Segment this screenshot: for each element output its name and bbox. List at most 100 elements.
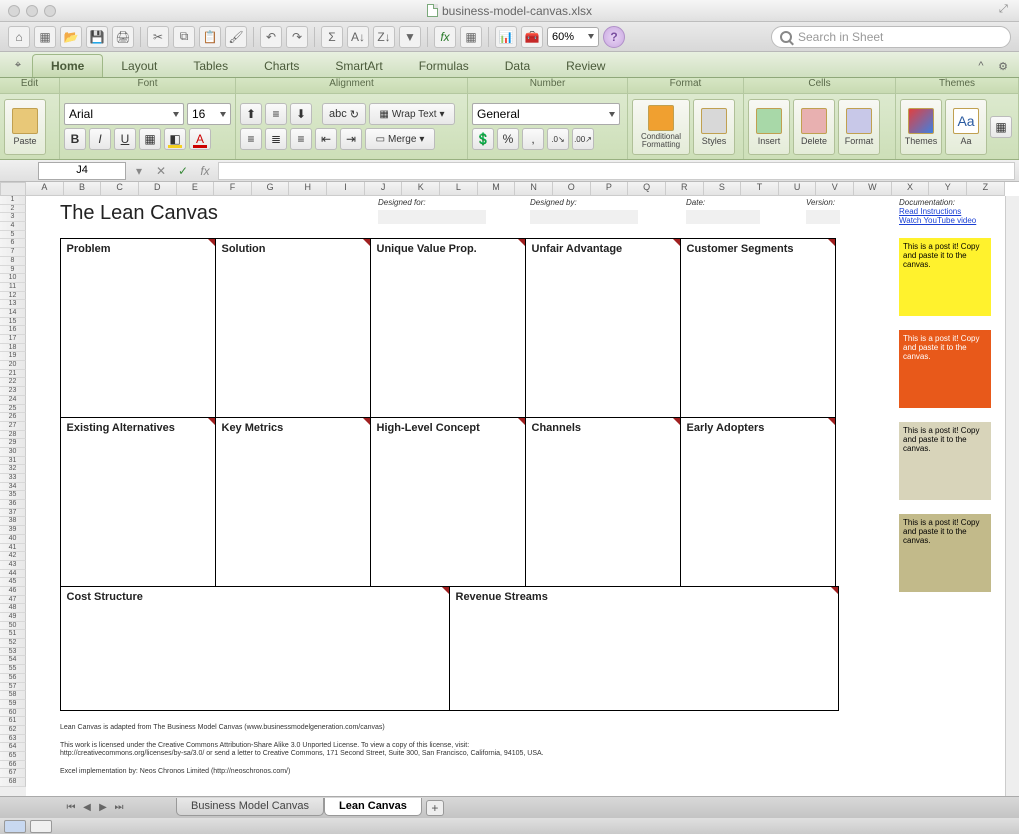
print-icon[interactable]: 🖨 [112,26,134,48]
redo-icon[interactable]: ↷ [286,26,308,48]
row-header[interactable]: 8 [0,257,26,266]
row-header[interactable]: 46 [0,587,26,596]
add-sheet-button[interactable]: + [426,800,444,816]
paste-icon[interactable]: 📋 [199,26,221,48]
row-header[interactable]: 56 [0,674,26,683]
column-header[interactable]: R [666,182,704,196]
watch-video-link[interactable]: Watch YouTube video [899,216,991,225]
paste-button[interactable]: Paste [4,99,46,155]
autosum-icon[interactable]: Σ [321,26,343,48]
column-header[interactable]: G [252,182,290,196]
row-header[interactable]: 62 [0,726,26,735]
format-button[interactable]: Format [838,99,880,155]
open-icon[interactable]: 📂 [60,26,82,48]
column-headers[interactable]: ABCDEFGHIJKLMNOPQRSTUVWXYZ [26,182,1005,196]
insert-button[interactable]: Insert [748,99,790,155]
font-color-button[interactable]: A [189,128,211,150]
row-header[interactable]: 11 [0,283,26,292]
collapse-ribbon-icon[interactable]: ^ [973,58,989,74]
column-header[interactable]: A [26,182,64,196]
page-layout-view-button[interactable] [30,820,52,833]
row-header[interactable]: 58 [0,691,26,700]
designed-for-field[interactable] [378,210,486,224]
row-header[interactable]: 51 [0,630,26,639]
fill-color-button[interactable]: ◧ [164,128,186,150]
cell-problem[interactable]: Problem [60,238,216,418]
column-header[interactable]: K [402,182,440,196]
column-header[interactable]: U [779,182,817,196]
indent-decrease-icon[interactable]: ⇤ [315,128,337,150]
column-header[interactable]: Z [967,182,1005,196]
row-header[interactable]: 54 [0,656,26,665]
version-field[interactable] [806,210,840,224]
fx-button[interactable]: fx [196,162,214,180]
row-header[interactable]: 34 [0,483,26,492]
row-header[interactable]: 66 [0,761,26,770]
postit-beige[interactable]: This is a post it! Copy and paste it to … [899,422,991,500]
column-header[interactable]: X [892,182,930,196]
tab-home[interactable]: Home [32,54,103,77]
row-header[interactable]: 68 [0,778,26,787]
row-header[interactable]: 29 [0,439,26,448]
row-header[interactable]: 40 [0,535,26,544]
row-header[interactable]: 6 [0,239,26,248]
cell-cost[interactable]: Cost Structure [60,586,450,711]
align-top-icon[interactable]: ⬆ [240,103,262,125]
column-header[interactable]: T [741,182,779,196]
sheet-nav[interactable]: ⏮ ◀ ▶ ⏭ [64,801,126,815]
formula-input[interactable] [218,162,1015,180]
comma-button[interactable]: , [522,128,544,150]
align-center-icon[interactable]: ≣ [265,128,287,150]
row-header[interactable]: 33 [0,474,26,483]
align-left-icon[interactable]: ≡ [240,128,262,150]
font-size-select[interactable]: 16 [187,103,231,125]
row-header[interactable]: 67 [0,769,26,778]
read-instructions-link[interactable]: Read Instructions [899,207,991,216]
save-icon[interactable]: 💾 [86,26,108,48]
row-header[interactable]: 21 [0,370,26,379]
align-middle-icon[interactable]: ≡ [265,103,287,125]
font-name-select[interactable]: Arial [64,103,184,125]
sort-az-icon[interactable]: A↓ [347,26,369,48]
number-format-select[interactable]: General [472,103,620,125]
wrap-text-button[interactable]: ▦ Wrap Text ▾ [369,103,455,125]
cell-adopters[interactable]: Early Adopters [680,417,836,587]
new-icon[interactable]: ▦ [34,26,56,48]
column-header[interactable]: C [101,182,139,196]
underline-button[interactable]: U [114,128,136,150]
column-header[interactable]: L [440,182,478,196]
app-menu-icon[interactable]: ⌖ [8,55,28,75]
increase-decimal-button[interactable]: .00↗ [572,128,594,150]
cancel-formula-icon[interactable]: ✕ [152,162,170,180]
tab-formulas[interactable]: Formulas [401,55,487,77]
column-header[interactable]: V [816,182,854,196]
row-header[interactable]: 22 [0,378,26,387]
row-header[interactable]: 63 [0,735,26,744]
cell-alternatives[interactable]: Existing Alternatives [60,417,216,587]
tab-layout[interactable]: Layout [103,55,175,77]
row-header[interactable]: 18 [0,344,26,353]
first-sheet-icon[interactable]: ⏮ [64,801,78,815]
undo-icon[interactable]: ↶ [260,26,282,48]
column-header[interactable]: H [289,182,327,196]
prev-sheet-icon[interactable]: ◀ [80,801,94,815]
row-header[interactable]: 9 [0,266,26,275]
sort-za-icon[interactable]: Z↓ [373,26,395,48]
chart-icon[interactable]: 📊 [495,26,517,48]
row-header[interactable]: 48 [0,604,26,613]
cell-segments[interactable]: Customer Segments [680,238,836,418]
worksheet[interactable]: ABCDEFGHIJKLMNOPQRSTUVWXYZ 1234567891011… [0,182,1019,796]
column-header[interactable]: N [515,182,553,196]
row-header[interactable]: 5 [0,231,26,240]
row-header[interactable]: 43 [0,561,26,570]
postit-orange[interactable]: This is a post it! Copy and paste it to … [899,330,991,408]
row-header[interactable]: 44 [0,570,26,579]
column-header[interactable]: M [478,182,516,196]
row-header[interactable]: 16 [0,326,26,335]
accept-formula-icon[interactable]: ✓ [174,162,192,180]
column-header[interactable]: D [139,182,177,196]
row-header[interactable]: 41 [0,544,26,553]
designed-by-field[interactable] [530,210,638,224]
vertical-scrollbar[interactable] [1005,196,1019,796]
currency-button[interactable]: 💲 [472,128,494,150]
